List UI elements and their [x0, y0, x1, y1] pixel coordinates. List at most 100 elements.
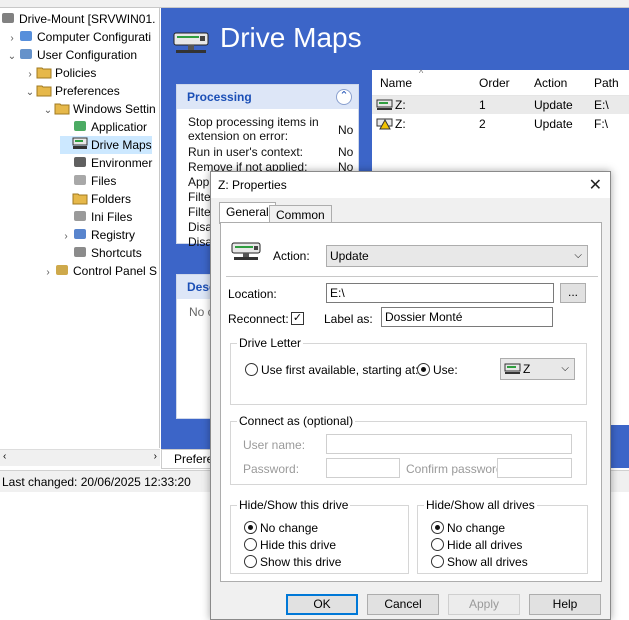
- reconnect-label: Reconnect:: [228, 312, 289, 326]
- radio-show-this[interactable]: Show this drive: [244, 555, 341, 569]
- folder-icon: [54, 101, 70, 115]
- processing-label-6: Filte: [188, 205, 211, 219]
- tree-item-label: Ini Files: [91, 210, 133, 224]
- confirm-password-input[interactable]: [497, 458, 572, 478]
- help-button[interactable]: Help: [529, 594, 601, 615]
- first-available-label: Use first available, starting at:: [261, 363, 419, 377]
- radio-this-no-change[interactable]: No change: [244, 521, 318, 535]
- hide-show-all-group: Hide/Show all drives No change Hide all …: [417, 498, 588, 574]
- column-name[interactable]: Name: [380, 76, 412, 90]
- chevron-down-icon: ⌵: [574, 250, 582, 261]
- folder-icon: [36, 65, 52, 79]
- shortcut-icon: [72, 245, 88, 259]
- radio-selected-icon: [417, 363, 430, 376]
- password-input[interactable]: [326, 458, 400, 478]
- radio-show-all[interactable]: Show all drives: [431, 555, 528, 569]
- row-action: Update: [534, 117, 573, 131]
- column-action[interactable]: Action: [534, 76, 567, 90]
- collapse-panel-icon[interactable]: ⌃: [336, 89, 352, 105]
- use-label: Use:: [433, 363, 458, 377]
- radio-all-no-change[interactable]: No change: [431, 521, 505, 535]
- tree-item[interactable]: Environmer: [60, 154, 152, 172]
- scroll-left-icon[interactable]: ‹: [3, 451, 6, 462]
- chevron-down-icon: ⌵: [561, 363, 569, 374]
- tree-item[interactable]: ⌄ Preferences: [24, 82, 120, 100]
- row-order: 2: [479, 117, 486, 131]
- tree-item[interactable]: Shortcuts: [60, 244, 142, 262]
- label-as-input[interactable]: Dossier Monté: [381, 307, 553, 327]
- action-value: Update: [330, 249, 369, 263]
- column-order[interactable]: Order: [479, 76, 510, 90]
- radio-icon: [244, 555, 257, 568]
- user-name-input[interactable]: [326, 434, 572, 454]
- tree-item[interactable]: ⌄ User Configuration: [6, 46, 137, 64]
- tab-general[interactable]: General: [219, 202, 276, 224]
- drive-letter-group-title: Drive Letter: [237, 336, 304, 350]
- tree-horizontal-scrollbar[interactable]: ‹ ›: [0, 449, 160, 466]
- expand-arrow-icon[interactable]: ⌄: [6, 48, 18, 66]
- page-title: Drive Maps: [220, 22, 362, 53]
- expand-arrow-icon[interactable]: ›: [42, 264, 54, 282]
- tree-item[interactable]: › Computer Configurati: [6, 28, 151, 46]
- close-icon[interactable]: ✕: [589, 175, 602, 195]
- confirm-password-label: Confirm password:: [406, 462, 507, 476]
- window-top-strip: [0, 0, 629, 8]
- separator: [226, 276, 598, 277]
- ok-button[interactable]: OK: [286, 594, 358, 615]
- processing-value-context: No: [338, 145, 354, 159]
- tree-item[interactable]: Ini Files: [60, 208, 132, 226]
- radio-hide-this[interactable]: Hide this drive: [244, 538, 336, 552]
- table-row[interactable]: Z: 1 Update E:\: [372, 96, 629, 114]
- drive-letter-select[interactable]: Z ⌵: [500, 358, 575, 380]
- drive-map-warning-icon: [376, 118, 393, 130]
- console-tree: Drive-Mount [SRVWIN01. › Computer Configur…: [0, 8, 160, 448]
- drive-maps-header-icon: [173, 32, 209, 53]
- drive-letter-group: Drive Letter Use first available, starti…: [230, 336, 587, 405]
- column-path[interactable]: Path: [594, 76, 619, 90]
- radio-hide-all[interactable]: Hide all drives: [431, 538, 522, 552]
- cancel-button[interactable]: Cancel: [367, 594, 439, 615]
- tree-item-label: Environmer: [91, 156, 153, 170]
- tree-item[interactable]: Files: [60, 172, 116, 190]
- action-select[interactable]: Update ⌵: [326, 245, 588, 267]
- checkmark-icon: ✓: [292, 312, 303, 324]
- reconnect-checkbox[interactable]: ✓: [291, 312, 304, 325]
- folder-icon: [36, 83, 52, 97]
- option-label: No change: [447, 521, 506, 535]
- connect-as-group: Connect as (optional) User name: Passwor…: [230, 414, 587, 485]
- hide-show-this-group: Hide/Show this drive No change Hide this…: [230, 498, 409, 574]
- tree-item[interactable]: › Policies: [24, 64, 96, 82]
- tree-item[interactable]: › Control Panel S: [42, 262, 157, 280]
- tree-item-label: Drive-Mount [SRVWIN01.: [19, 12, 156, 26]
- radio-selected-icon: [431, 521, 444, 534]
- expand-arrow-icon[interactable]: ⌄: [24, 84, 36, 102]
- tree-item[interactable]: › Registry: [60, 226, 135, 244]
- tree-item-label: Policies: [55, 66, 97, 80]
- option-label: Show all drives: [447, 555, 528, 569]
- tree-item[interactable]: Applicatior: [60, 118, 147, 136]
- hide-show-all-title: Hide/Show all drives: [424, 498, 537, 512]
- location-input[interactable]: E:\: [326, 283, 554, 303]
- ini-file-icon: [72, 209, 88, 223]
- tree-item[interactable]: Drive-Mount [SRVWIN01.: [0, 10, 155, 28]
- table-row[interactable]: Z: 2 Update F:\: [372, 115, 629, 133]
- drive-map-icon: [376, 99, 393, 110]
- tree-item[interactable]: ⌄ Windows Settin: [42, 100, 156, 118]
- connect-as-group-title: Connect as (optional): [237, 414, 356, 428]
- tree-item[interactable]: Drive Maps: [60, 136, 152, 154]
- drive-icon: [504, 363, 521, 374]
- browse-button[interactable]: ...: [560, 283, 586, 303]
- tree-item[interactable]: Folders: [60, 190, 131, 208]
- location-label: Location:: [228, 287, 277, 301]
- apply-button[interactable]: Apply: [448, 594, 520, 615]
- row-path: E:\: [594, 98, 609, 112]
- radio-first-available[interactable]: Use first available, starting at:: [245, 363, 418, 377]
- scroll-right-icon[interactable]: ›: [154, 451, 157, 462]
- dialog-title-bar[interactable]: Z: Properties ✕: [211, 172, 610, 198]
- tree-item-label: Computer Configurati: [37, 30, 152, 44]
- expand-arrow-icon[interactable]: ⌄: [42, 102, 54, 120]
- label-as-label: Label as:: [324, 312, 373, 326]
- radio-use[interactable]: Use:: [417, 363, 458, 377]
- row-action: Update: [534, 98, 573, 112]
- option-label: No change: [260, 521, 319, 535]
